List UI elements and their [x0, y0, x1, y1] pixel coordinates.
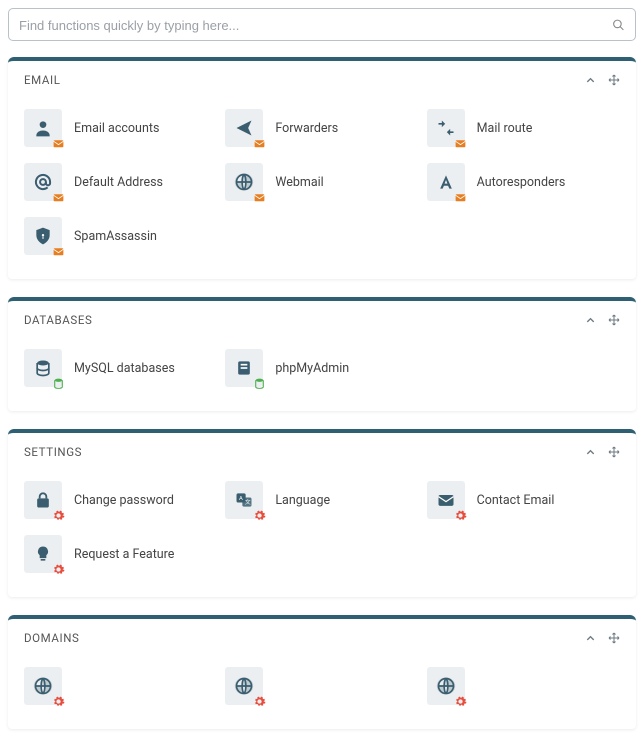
item-domain-item-2[interactable]	[221, 659, 422, 713]
drag-handle-icon[interactable]	[608, 446, 620, 458]
badge-db-icon	[51, 376, 65, 390]
item-spam-assassin[interactable]: SpamAssassin	[20, 209, 221, 263]
item-label: Autoresponders	[477, 175, 566, 190]
panel-email: EMAIL Email accounts Forwarders Mail route D…	[8, 57, 636, 279]
item-label: Webmail	[275, 175, 323, 190]
badge-env-icon	[51, 136, 65, 150]
item-domain-item-3[interactable]	[423, 659, 624, 713]
autoresponders-icon	[427, 163, 465, 201]
forwarders-icon	[225, 109, 263, 147]
badge-db-icon	[252, 376, 266, 390]
email-accounts-icon	[24, 109, 62, 147]
language-icon: A文	[225, 481, 263, 519]
panel-databases: DATABASES MySQL databases phpMyAdmin	[8, 297, 636, 411]
panel-title: SETTINGS	[24, 445, 573, 459]
drag-handle-icon[interactable]	[608, 632, 620, 644]
item-label: Language	[275, 493, 330, 508]
badge-gear-icon	[51, 694, 65, 708]
item-label: Mail route	[477, 121, 533, 136]
item-webmail[interactable]: Webmail	[221, 155, 422, 209]
search-input[interactable]	[19, 18, 601, 33]
item-change-password[interactable]: Change password	[20, 473, 221, 527]
badge-env-icon	[51, 244, 65, 258]
item-label: SpamAssassin	[74, 229, 157, 244]
search-icon	[612, 18, 625, 31]
collapse-icon[interactable]	[585, 447, 596, 458]
panel-body: Change password A文 Language Contact Email Re…	[8, 469, 636, 597]
item-email-accounts[interactable]: Email accounts	[20, 101, 221, 155]
panel-title: DOMAINS	[24, 631, 573, 645]
item-forwarders[interactable]: Forwarders	[221, 101, 422, 155]
item-contact-email[interactable]: Contact Email	[423, 473, 624, 527]
domain-item-1-icon	[24, 667, 62, 705]
badge-gear-icon	[454, 694, 468, 708]
item-label: Contact Email	[477, 493, 555, 508]
item-autoresponders[interactable]: Autoresponders	[423, 155, 624, 209]
panel-title: DATABASES	[24, 313, 573, 327]
drag-handle-icon[interactable]	[608, 314, 620, 326]
change-password-icon	[24, 481, 62, 519]
badge-gear-icon	[252, 508, 266, 522]
item-label: Default Address	[74, 175, 163, 190]
item-label: Request a Feature	[74, 547, 174, 562]
badge-env-icon	[454, 136, 468, 150]
search-bar[interactable]	[8, 8, 636, 41]
panel-header-settings: SETTINGS	[8, 433, 636, 469]
item-mail-route[interactable]: Mail route	[423, 101, 624, 155]
panel-body: Email accounts Forwarders Mail route Defaul…	[8, 97, 636, 279]
phpmyadmin-icon	[225, 349, 263, 387]
collapse-icon[interactable]	[585, 315, 596, 326]
mail-route-icon	[427, 109, 465, 147]
item-label: Change password	[74, 493, 174, 508]
item-domain-item-1[interactable]	[20, 659, 221, 713]
panel-body: MySQL databases phpMyAdmin	[8, 337, 636, 411]
badge-env-icon	[252, 190, 266, 204]
panel-header-databases: DATABASES	[8, 301, 636, 337]
item-language[interactable]: A文 Language	[221, 473, 422, 527]
mysql-databases-icon	[24, 349, 62, 387]
item-label: phpMyAdmin	[275, 361, 349, 376]
request-feature-icon	[24, 535, 62, 573]
panel-header-domains: DOMAINS	[8, 619, 636, 655]
collapse-icon[interactable]	[585, 75, 596, 86]
item-mysql-databases[interactable]: MySQL databases	[20, 341, 221, 395]
item-default-address[interactable]: Default Address	[20, 155, 221, 209]
panel-body	[8, 655, 636, 729]
item-phpmyadmin[interactable]: phpMyAdmin	[221, 341, 422, 395]
domain-item-2-icon	[225, 667, 263, 705]
spam-assassin-icon	[24, 217, 62, 255]
badge-gear-icon	[454, 508, 468, 522]
panel-title: EMAIL	[24, 73, 573, 87]
contact-email-icon	[427, 481, 465, 519]
badge-gear-icon	[51, 508, 65, 522]
badge-env-icon	[454, 190, 468, 204]
panel-settings: SETTINGS Change password A文 Language Contact…	[8, 429, 636, 597]
badge-gear-icon	[51, 562, 65, 576]
drag-handle-icon[interactable]	[608, 74, 620, 86]
default-address-icon	[24, 163, 62, 201]
domain-item-3-icon	[427, 667, 465, 705]
badge-gear-icon	[252, 694, 266, 708]
collapse-icon[interactable]	[585, 633, 596, 644]
panel-header-email: EMAIL	[8, 61, 636, 97]
panel-domains: DOMAINS	[8, 615, 636, 729]
item-label: MySQL databases	[74, 361, 175, 376]
item-label: Email accounts	[74, 121, 159, 136]
badge-env-icon	[51, 190, 65, 204]
badge-env-icon	[252, 136, 266, 150]
item-request-feature[interactable]: Request a Feature	[20, 527, 221, 581]
item-label: Forwarders	[275, 121, 338, 136]
svg-text:文: 文	[245, 498, 251, 506]
webmail-icon	[225, 163, 263, 201]
svg-text:A: A	[239, 496, 243, 502]
